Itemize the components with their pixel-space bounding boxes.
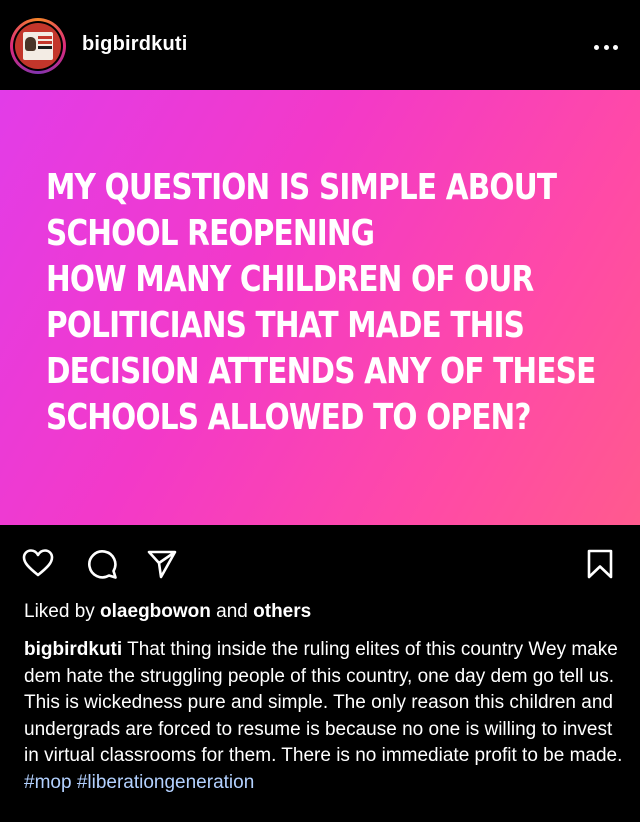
- caption-username[interactable]: bigbirdkuti: [24, 639, 122, 660]
- avatar-face: [25, 37, 36, 51]
- likes-prefix: Liked by: [24, 601, 101, 622]
- post-text-line: HOW MANY CHILDREN OF OUR: [46, 259, 534, 300]
- action-bar: [0, 540, 640, 590]
- more-dot: [613, 44, 618, 50]
- liked-by-user[interactable]: olaegbowon: [100, 601, 211, 622]
- post-text-line: MY QUESTION IS SIMPLE ABOUT: [46, 167, 557, 208]
- more-dot: [594, 44, 599, 50]
- comment-icon[interactable]: [86, 548, 118, 580]
- avatar-ring: [13, 21, 63, 71]
- post-text-line: SCHOOLS ALLOWED TO OPEN?: [46, 397, 532, 438]
- avatar-text-graphic: [38, 36, 52, 39]
- likes-middle: and: [210, 601, 254, 622]
- avatar-image: [15, 23, 61, 69]
- bookmark-icon[interactable]: [586, 548, 614, 580]
- heart-icon[interactable]: [22, 548, 54, 578]
- post-caption: bigbirdkuti That thing inside the ruling…: [24, 637, 628, 796]
- post-text-line: POLITICIANS THAT MADE THIS: [46, 305, 525, 346]
- more-options-icon[interactable]: [594, 44, 618, 50]
- post-username[interactable]: bigbirdkuti: [82, 33, 188, 56]
- profile-avatar[interactable]: [10, 18, 66, 74]
- likes-others[interactable]: others: [253, 601, 311, 622]
- post-text-line: SCHOOL REOPENING: [46, 213, 375, 254]
- post-header: bigbirdkuti: [0, 0, 640, 90]
- hashtag-link[interactable]: #mop: [24, 772, 72, 793]
- post-text-line: DECISION ATTENDS ANY OF THESE: [46, 351, 596, 392]
- post-image-text: MY QUESTION IS SIMPLE ABOUT SCHOOL REOPE…: [46, 165, 596, 441]
- send-icon[interactable]: [146, 548, 178, 580]
- hashtag-link[interactable]: #liberationgeneration: [77, 772, 254, 793]
- likes-summary: Liked by olaegbowon and others: [24, 601, 311, 623]
- post-image[interactable]: MY QUESTION IS SIMPLE ABOUT SCHOOL REOPE…: [0, 90, 640, 525]
- more-dot: [603, 44, 609, 50]
